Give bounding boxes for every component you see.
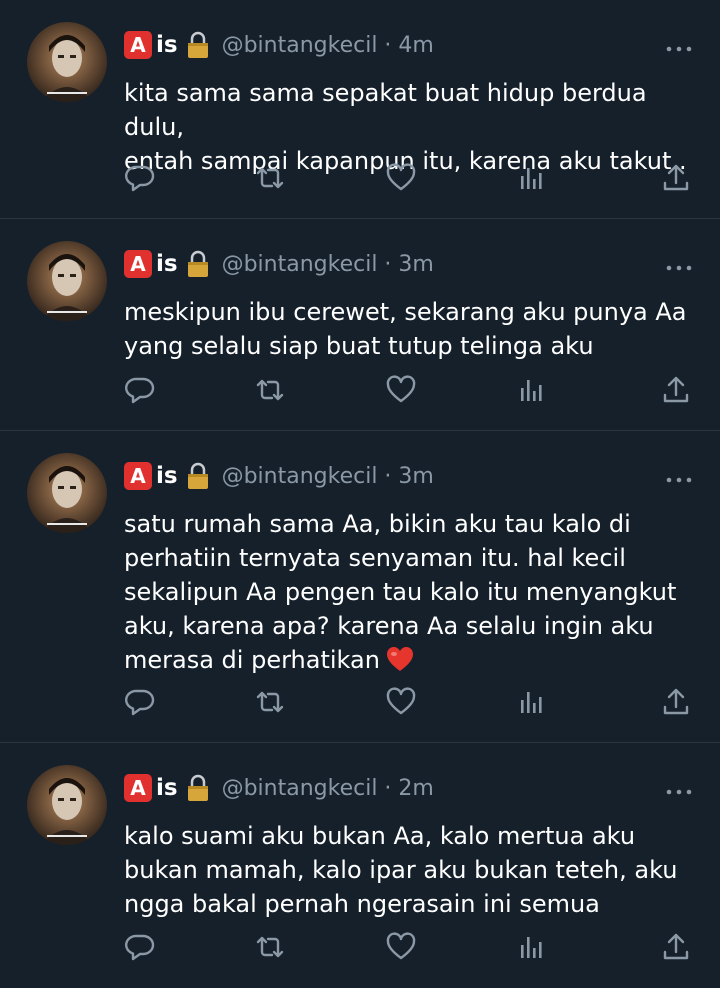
action-bar: [124, 931, 700, 965]
reply-icon[interactable]: [124, 686, 156, 718]
action-bar: [124, 686, 700, 720]
tweet[interactable]: A is @bintangkecil · 4m kita sama sama s…: [0, 0, 720, 219]
name-badge: A: [124, 774, 152, 802]
tweet-header: A is @bintangkecil · 3m: [124, 459, 434, 493]
avatar[interactable]: [27, 765, 107, 845]
tweet-line: aku, karena apa? karena Aa selalu ingin …: [124, 612, 654, 640]
lock-icon: [186, 774, 210, 802]
share-icon[interactable]: [660, 162, 692, 194]
retweet-icon[interactable]: [254, 686, 286, 718]
views-icon[interactable]: [516, 162, 548, 194]
like-icon[interactable]: [385, 686, 417, 718]
tweet-header: A is @bintangkecil · 2m: [124, 771, 434, 805]
avatar[interactable]: [27, 453, 107, 533]
red-heart-emoji-icon: [386, 646, 414, 672]
tweet-line-last: merasa di perhatikan: [124, 643, 700, 677]
share-icon[interactable]: [660, 374, 692, 406]
retweet-icon[interactable]: [254, 162, 286, 194]
tweet-text: kalo suami aku bukan Aa, kalo mertua aku…: [124, 819, 700, 921]
name-badge: A: [124, 250, 152, 278]
tweet[interactable]: A is @bintangkecil · 2m kalo suami aku b…: [0, 743, 720, 988]
share-icon[interactable]: [660, 931, 692, 963]
handle-timestamp[interactable]: @bintangkecil · 3m: [222, 252, 434, 277]
share-icon[interactable]: [660, 686, 692, 718]
tweet-line: kita sama sama sepakat buat hidup berdua…: [124, 79, 647, 141]
display-name[interactable]: is: [156, 32, 178, 58]
views-icon[interactable]: [516, 686, 548, 718]
reply-icon[interactable]: [124, 162, 156, 194]
more-icon[interactable]: [666, 38, 692, 52]
tweet-line: bukan mamah, kalo ipar aku bukan teteh, …: [124, 856, 678, 884]
tweet-line: yang selalu siap buat tutup telinga aku: [124, 332, 594, 360]
tweet-line: merasa di perhatikan: [124, 646, 380, 674]
tweet-line: meskipun ibu cerewet, sekarang aku punya…: [124, 298, 687, 326]
like-icon[interactable]: [385, 931, 417, 963]
views-icon[interactable]: [516, 374, 548, 406]
handle-timestamp[interactable]: @bintangkecil · 3m: [222, 464, 434, 489]
avatar[interactable]: [27, 241, 107, 321]
tweet-header: A is @bintangkecil · 4m: [124, 28, 434, 62]
handle-timestamp[interactable]: @bintangkecil · 4m: [222, 33, 434, 58]
tweet-line: ngga bakal pernah ngerasain ini semua: [124, 890, 600, 918]
lock-icon: [186, 462, 210, 490]
lock-icon: [186, 31, 210, 59]
tweet[interactable]: A is @bintangkecil · 3m meskipun ibu cer…: [0, 219, 720, 431]
display-name[interactable]: is: [156, 775, 178, 801]
tweet-line: kalo suami aku bukan Aa, kalo mertua aku: [124, 822, 636, 850]
more-icon[interactable]: [666, 781, 692, 795]
retweet-icon[interactable]: [254, 374, 286, 406]
tweet-line: sekalipun Aa pengen tau kalo itu menyang…: [124, 578, 677, 606]
retweet-icon[interactable]: [254, 931, 286, 963]
display-name[interactable]: is: [156, 463, 178, 489]
more-icon[interactable]: [666, 469, 692, 483]
display-name[interactable]: is: [156, 251, 178, 277]
name-badge: A: [124, 31, 152, 59]
tweet-line: satu rumah sama Aa, bikin aku tau kalo d…: [124, 510, 631, 538]
like-icon[interactable]: [385, 162, 417, 194]
tweet-text: meskipun ibu cerewet, sekarang aku punya…: [124, 295, 700, 363]
views-icon[interactable]: [516, 931, 548, 963]
name-badge: A: [124, 462, 152, 490]
handle-timestamp[interactable]: @bintangkecil · 2m: [222, 776, 434, 801]
tweet-line: perhatiin ternyata senyaman itu. hal kec…: [124, 544, 626, 572]
action-bar: [124, 374, 700, 408]
more-icon[interactable]: [666, 257, 692, 271]
reply-icon[interactable]: [124, 931, 156, 963]
tweet-header: A is @bintangkecil · 3m: [124, 247, 434, 281]
tweet-text: satu rumah sama Aa, bikin aku tau kalo d…: [124, 507, 700, 677]
tweet[interactable]: A is @bintangkecil · 3m satu rumah sama …: [0, 431, 720, 743]
tweet-feed: A is @bintangkecil · 4m kita sama sama s…: [0, 0, 720, 988]
avatar[interactable]: [27, 22, 107, 102]
lock-icon: [186, 250, 210, 278]
action-bar: [124, 162, 700, 196]
like-icon[interactable]: [385, 374, 417, 406]
reply-icon[interactable]: [124, 374, 156, 406]
